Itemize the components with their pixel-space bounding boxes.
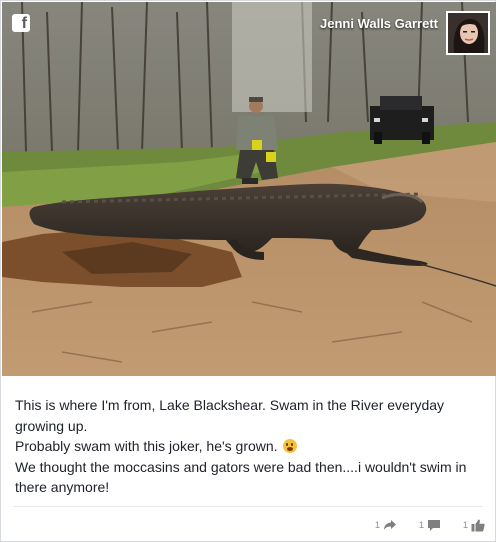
alligator-photo-image (2, 2, 496, 376)
like-count: 1 (462, 520, 468, 530)
author-name[interactable]: Jenni Walls Garrett (320, 16, 438, 31)
like-button[interactable]: 1 (463, 519, 485, 532)
divider (13, 506, 483, 507)
post-line: This is where I'm from, Lake Blackshear.… (15, 397, 445, 434)
post-actions: 1 1 1 (375, 517, 485, 533)
comment-count: 1 (418, 520, 424, 530)
share-button[interactable]: 1 (375, 519, 397, 531)
post-card: f Jenni Walls Garrett This is where I'm … (0, 0, 496, 542)
share-count: 1 (374, 520, 380, 530)
avatar[interactable] (446, 11, 490, 55)
flushed-face-emoji-icon (283, 439, 298, 453)
post-photo[interactable]: f Jenni Walls Garrett (2, 2, 496, 376)
post-line-with-emoji: Probably swam with this joker, he's grow… (15, 436, 487, 457)
comment-bubble-icon (427, 519, 440, 531)
post-text: This is where I'm from, Lake Blackshear.… (15, 395, 487, 498)
post-line: Probably swam with this joker, he's grow… (15, 438, 278, 454)
profile-photo-image (448, 13, 488, 53)
thumbs-up-icon (471, 519, 485, 531)
comment-button[interactable]: 1 (419, 519, 441, 532)
share-arrow-icon (383, 520, 396, 530)
facebook-f-icon: f (12, 14, 30, 32)
post-line: We thought the moccasins and gators were… (15, 458, 467, 496)
